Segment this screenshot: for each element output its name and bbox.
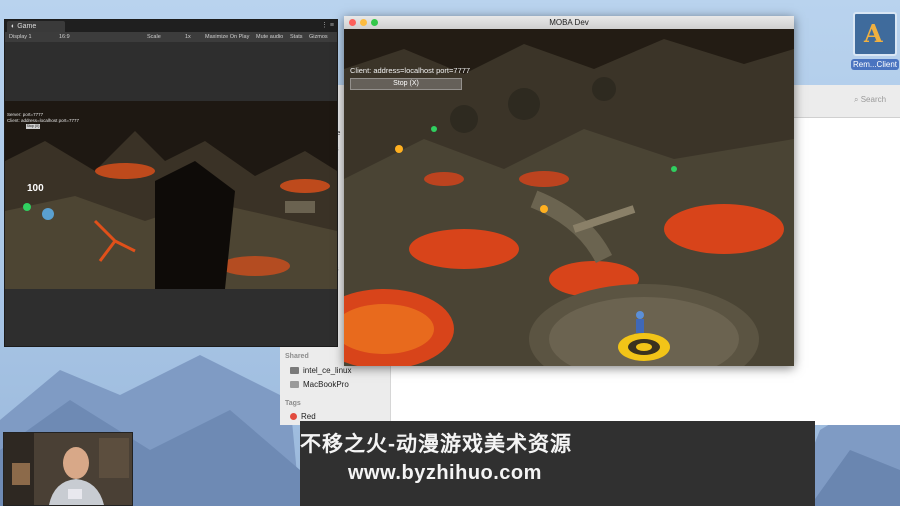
stop-client-button[interactable]: Stop (X): [350, 78, 462, 90]
sidebar-item-label: intel_ce_linux: [303, 366, 352, 375]
display-dropdown[interactable]: Display 1: [9, 34, 32, 40]
player-health-value: 100: [27, 183, 44, 194]
webcam-overlay: [3, 432, 133, 506]
watermark-url: www.byzhihuo.com: [348, 462, 542, 484]
sidebar-heading-shared: Shared: [285, 353, 309, 360]
red-tag-dot-icon: [290, 413, 297, 420]
computer-icon: [290, 367, 299, 374]
sidebar-heading-tags: Tags: [285, 400, 301, 407]
game-icon: ◐: [11, 23, 16, 30]
webcam-video-frame: [4, 433, 132, 505]
watermark-title: 不移之火-动漫游戏美术资源: [300, 433, 572, 456]
moba-window-title: MOBA Dev: [549, 18, 589, 27]
moba-dev-window: MOBA Dev Client: address=localhost port=…: [344, 16, 794, 366]
search-icon: ⌕: [854, 95, 859, 104]
sidebar-item-label: MacBookPro: [303, 380, 349, 389]
moba-title-bar[interactable]: MOBA Dev: [344, 16, 794, 30]
unity-game-viewport[interactable]: Server: port=7777 Client: address=localh…: [5, 101, 337, 289]
mute-audio-toggle[interactable]: Mute audio: [256, 34, 283, 40]
unity-tab-bar: ◐ Game ⋮ ≡: [5, 20, 337, 32]
network-hud: Server: port=7777 Client: address=localh…: [7, 112, 79, 124]
hud-client-status: Client: address=localhost port=7777: [7, 118, 80, 123]
client-status-text: Client: address=localhost port=7777: [350, 66, 471, 75]
game-view-toolbar: Display 1 16:9 Scale 1x Maximize On Play…: [5, 32, 337, 42]
unity-scene-render: [5, 101, 337, 289]
sidebar-item-intel-ce-linux[interactable]: intel_ce_linux: [290, 366, 351, 375]
tab-game-label: Game: [17, 23, 37, 30]
stats-toggle[interactable]: Stats: [290, 34, 303, 40]
sidebar-item-macbookpro[interactable]: MacBookPro: [290, 380, 349, 389]
aspect-dropdown[interactable]: 16:9: [59, 34, 70, 40]
window-menu-icon[interactable]: ⋮ ≡: [321, 21, 334, 29]
sidebar-item-label: Red: [301, 412, 316, 421]
tab-game[interactable]: ◐ Game: [7, 21, 65, 32]
unity-game-window: ◐ Game ⋮ ≡ Display 1 16:9 Scale 1x Maxim…: [4, 19, 338, 347]
laptop-icon: [290, 381, 299, 388]
hud-stop-button[interactable]: Stop (X): [26, 124, 40, 129]
moba-game-viewport[interactable]: Client: address=localhost port=7777 Stop…: [344, 29, 794, 366]
finder-search-field[interactable]: ⌕ Search: [854, 95, 886, 105]
search-placeholder: Search: [860, 95, 887, 104]
maximize-on-play-toggle[interactable]: Maximize On Play: [205, 34, 249, 40]
scale-value[interactable]: 1x: [185, 34, 191, 40]
remote-client-app-icon[interactable]: A Rem...Client: [851, 12, 899, 70]
app-icon-label: Rem...Client: [851, 59, 899, 70]
app-icon-graphic: A: [853, 12, 897, 56]
scale-label: Scale: [147, 34, 161, 40]
sidebar-item-tag-red[interactable]: Red: [290, 412, 316, 421]
gizmos-dropdown[interactable]: Gizmos: [309, 34, 328, 40]
